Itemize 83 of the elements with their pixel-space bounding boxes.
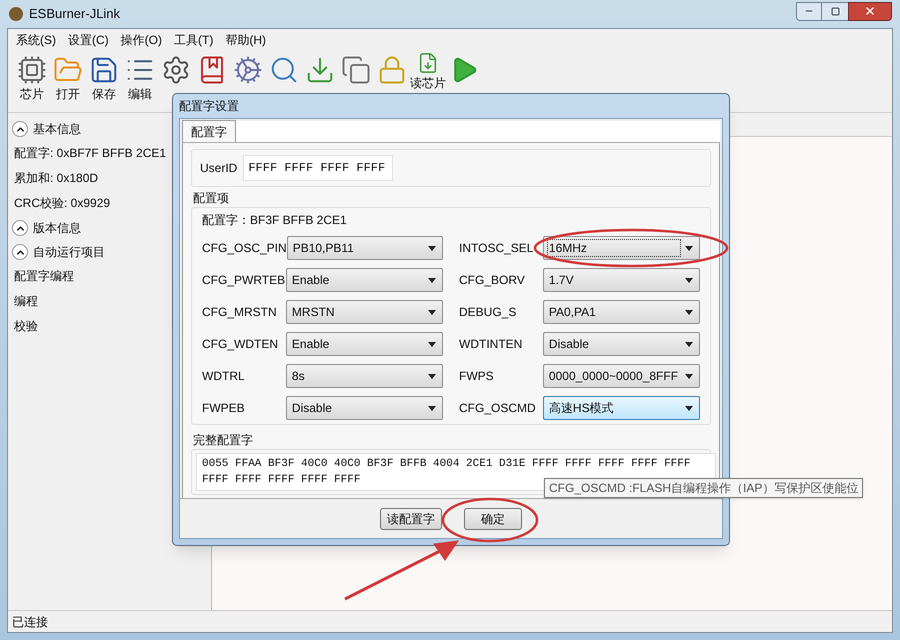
info-text: 校验 (13, 318, 38, 335)
document-icon (417, 52, 439, 74)
window-title: ESBurner-JLink (29, 5, 122, 24)
tooltip: CFG_OSCMD :FLASH自编程操作（IAP）写保护区使能位 (544, 478, 864, 498)
option-label: INTOSC_SEL (459, 240, 534, 257)
option-label: FWPEB (202, 400, 246, 417)
caret-icon (428, 342, 436, 346)
toolbar-button[interactable]: 读芯片 (410, 51, 446, 107)
option-label: WDTRL (202, 368, 246, 385)
tab[interactable]: 配置字 (182, 120, 236, 142)
caret-icon (428, 278, 436, 282)
menu-item[interactable]: 工具(T) (168, 31, 220, 49)
section-header[interactable]: 基本信息 (12, 117, 81, 141)
dropdown[interactable]: PB10,PB11 (286, 236, 443, 260)
chevron-up-icon (12, 220, 28, 236)
toolbar-button[interactable]: 打开 (50, 51, 86, 107)
info-text: 配置字编程 (13, 268, 74, 285)
search-icon (269, 55, 299, 85)
section-header[interactable]: 自动运行项目 (12, 240, 105, 264)
close-button[interactable] (848, 2, 892, 20)
close-icon (864, 5, 876, 17)
gear-icon (161, 55, 191, 85)
dropdown[interactable]: 0000_0000~0000_8FFF (542, 364, 700, 388)
dropdown[interactable]: Enable (286, 268, 443, 292)
option-label: CFG_WDTEN (202, 336, 279, 353)
chevron-up-icon (12, 244, 28, 260)
chip-icon (17, 55, 47, 85)
option-label: CFG_PWRTEB (202, 272, 286, 289)
windows-icon (341, 55, 371, 85)
caret-icon (685, 406, 693, 410)
maximize-button[interactable] (822, 2, 848, 20)
dropdown[interactable]: Enable (286, 332, 443, 356)
option-label: DEBUG_S (459, 304, 518, 321)
section-header[interactable]: 版本信息 (12, 216, 81, 240)
dropdown[interactable]: 16MHz (542, 236, 700, 260)
caret-icon (428, 374, 436, 378)
dropdown[interactable]: 8s (286, 364, 443, 388)
dropdown[interactable]: PA0,PA1 (542, 300, 700, 324)
dialog-button[interactable]: 读配置字 (380, 508, 442, 530)
caret-icon (428, 246, 436, 250)
toolbar-button[interactable]: 芯片 (14, 51, 50, 107)
dropdown[interactable]: 1.7V (542, 268, 700, 292)
caret-icon (685, 310, 693, 314)
dropdown[interactable]: 高速HS模式 (542, 396, 700, 420)
toolbar-button[interactable]: 编辑 (122, 51, 158, 107)
info-text: 编程 (13, 293, 38, 310)
option-label: CFG_MRSTN (202, 304, 278, 321)
dropdown[interactable]: MRSTN (286, 300, 443, 324)
option-label: WDTINTEN (459, 336, 524, 353)
option-label: CFG_OSC_PIN (202, 240, 287, 257)
menu-item[interactable]: 系统(S) (10, 31, 62, 49)
caret-icon (685, 374, 693, 378)
caret-icon (685, 278, 693, 282)
dropdown[interactable]: Disable (286, 396, 443, 420)
group-title: 完整配置字 (193, 433, 253, 447)
caret-icon (685, 246, 693, 250)
download-icon (305, 55, 335, 85)
config-word-text: 配置字：BF3F BFFB 2CE1 (202, 212, 348, 229)
option-label: CFG_OSCMD (459, 400, 537, 417)
info-text: 累加和: 0x180D (13, 170, 98, 187)
info-text: 配置字: 0xBF7F BFFB 2CE1 (13, 145, 166, 162)
caret-icon (685, 342, 693, 346)
caret-icon (428, 406, 436, 410)
maximize-icon (830, 6, 840, 16)
userid-label: UserID (200, 160, 238, 177)
info-text: CRC校验: 0x9929 (13, 195, 110, 212)
menu-item[interactable]: 帮助(H) (219, 31, 272, 49)
caret-icon (428, 310, 436, 314)
group-title: 配置项 (193, 191, 229, 205)
menu-item[interactable]: 操作(O) (114, 31, 168, 49)
cog-icon (233, 55, 263, 85)
menu-item[interactable]: 设置(C) (62, 31, 115, 49)
dialog-button[interactable]: 确定 (464, 508, 522, 530)
toolbar-button[interactable]: 保存 (86, 51, 122, 107)
dialog-title: 配置字设置 (179, 98, 239, 115)
status-text: 已连接 (12, 614, 48, 630)
chevron-up-icon (12, 121, 28, 137)
option-label: FWPS (459, 368, 495, 385)
option-label: CFG_BORV (459, 272, 526, 289)
lock-icon (377, 55, 407, 85)
app-logo-icon (9, 7, 23, 21)
userid-field[interactable]: FFFF FFFF FFFF FFFF (243, 155, 394, 181)
dropdown[interactable]: Disable (542, 332, 700, 356)
